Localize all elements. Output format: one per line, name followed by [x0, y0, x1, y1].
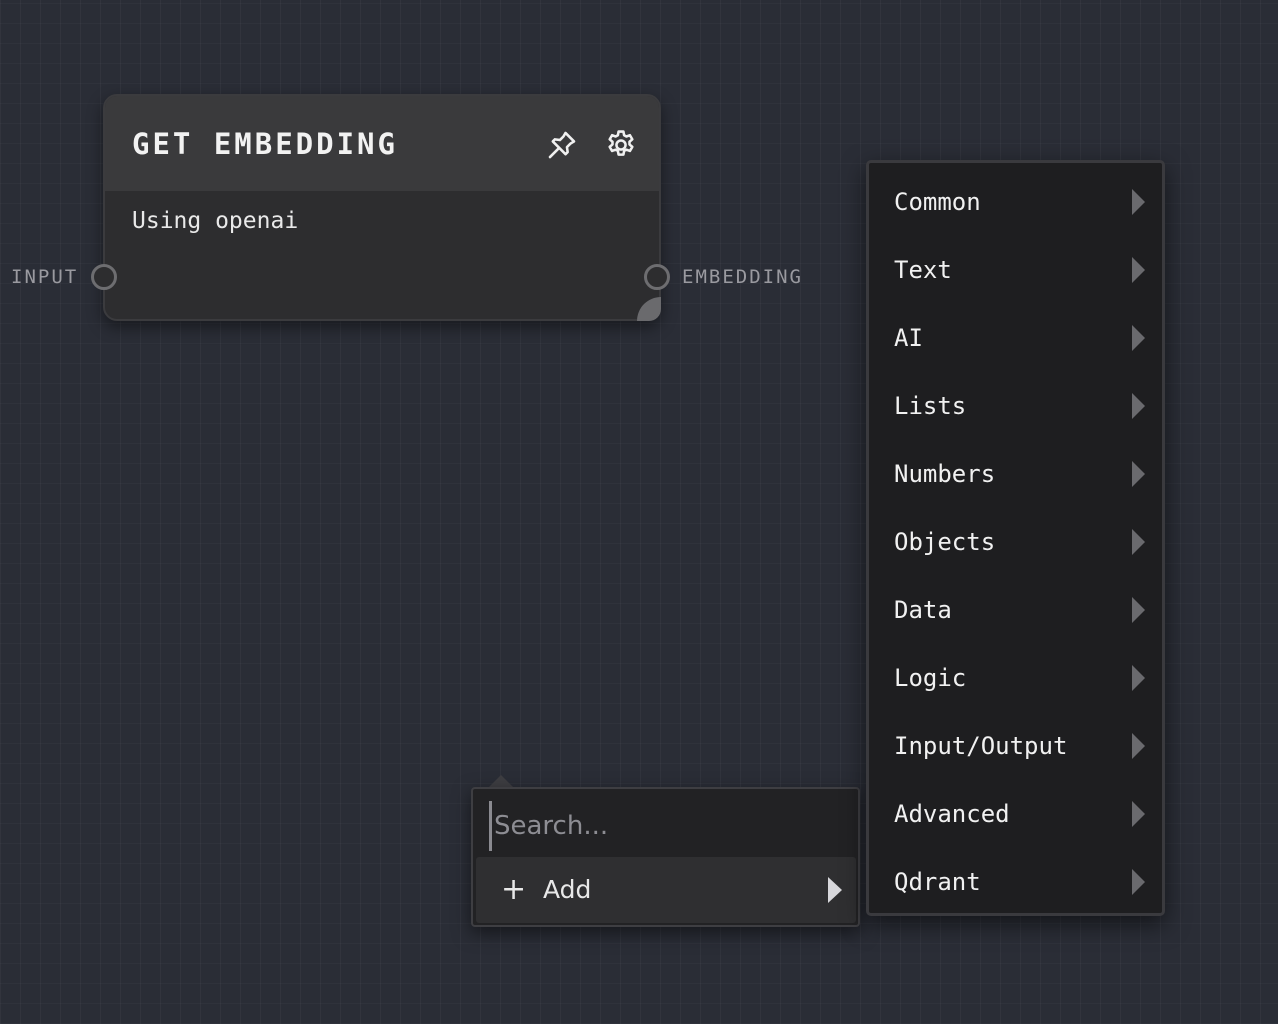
- menu-item-input-output[interactable]: Input/Output: [869, 712, 1162, 780]
- menu-item-numbers[interactable]: Numbers: [869, 440, 1162, 508]
- pin-icon[interactable]: [545, 128, 579, 162]
- input-port-label: INPUT: [11, 266, 79, 288]
- chevron-right-icon: [828, 877, 842, 903]
- chevron-right-icon: [1132, 257, 1145, 283]
- resize-handle[interactable]: [637, 297, 661, 321]
- menu-item-label: Data: [894, 596, 952, 624]
- chevron-right-icon: [1132, 665, 1145, 691]
- menu-item-ai[interactable]: AI: [869, 304, 1162, 372]
- menu-item-lists[interactable]: Lists: [869, 372, 1162, 440]
- menu-item-label: Objects: [894, 528, 996, 556]
- menu-item-label: Input/Output: [894, 732, 1068, 760]
- chevron-right-icon: [1132, 869, 1145, 895]
- output-port-label: EMBEDDING: [682, 266, 803, 288]
- search-input[interactable]: [489, 801, 849, 851]
- chevron-right-icon: [1132, 801, 1145, 827]
- menu-item-objects[interactable]: Objects: [869, 508, 1162, 576]
- category-submenu: Common Text AI Lists Numbers Objects Dat…: [866, 160, 1165, 916]
- menu-item-qdrant[interactable]: Qdrant: [869, 848, 1162, 916]
- add-label: Add: [543, 875, 592, 904]
- graph-canvas[interactable]: GET EMBEDDING Using openai INPUT EMBEDDI…: [0, 0, 1278, 1024]
- menu-item-common[interactable]: Common: [869, 168, 1162, 236]
- get-embedding-node[interactable]: GET EMBEDDING Using openai: [103, 94, 661, 321]
- node-header[interactable]: GET EMBEDDING: [105, 96, 659, 191]
- chevron-right-icon: [1132, 461, 1145, 487]
- popover-arrow: [489, 775, 513, 787]
- menu-item-logic[interactable]: Logic: [869, 644, 1162, 712]
- menu-item-label: Text: [894, 256, 952, 284]
- node-title: GET EMBEDDING: [132, 127, 398, 161]
- menu-item-label: AI: [894, 324, 923, 352]
- menu-item-label: Numbers: [894, 460, 996, 488]
- menu-item-label: Advanced: [894, 800, 1010, 828]
- chevron-right-icon: [1132, 529, 1145, 555]
- menu-item-advanced[interactable]: Advanced: [869, 780, 1162, 848]
- gear-icon[interactable]: [604, 128, 638, 162]
- menu-item-text[interactable]: Text: [869, 236, 1162, 304]
- menu-item-label: Logic: [894, 664, 967, 692]
- chevron-right-icon: [1132, 189, 1145, 215]
- input-port[interactable]: [91, 264, 117, 290]
- chevron-right-icon: [1132, 325, 1145, 351]
- menu-item-label: Lists: [894, 392, 967, 420]
- menu-item-data[interactable]: Data: [869, 576, 1162, 644]
- output-port[interactable]: [644, 264, 670, 290]
- plus-icon: +: [501, 872, 527, 907]
- add-node-popover: + Add: [471, 787, 860, 927]
- chevron-right-icon: [1132, 733, 1145, 759]
- menu-item-label: Common: [894, 188, 981, 216]
- node-description: Using openai: [132, 208, 299, 234]
- menu-item-label: Qdrant: [894, 868, 981, 896]
- add-menu-item[interactable]: + Add: [476, 857, 856, 923]
- chevron-right-icon: [1132, 393, 1145, 419]
- chevron-right-icon: [1132, 597, 1145, 623]
